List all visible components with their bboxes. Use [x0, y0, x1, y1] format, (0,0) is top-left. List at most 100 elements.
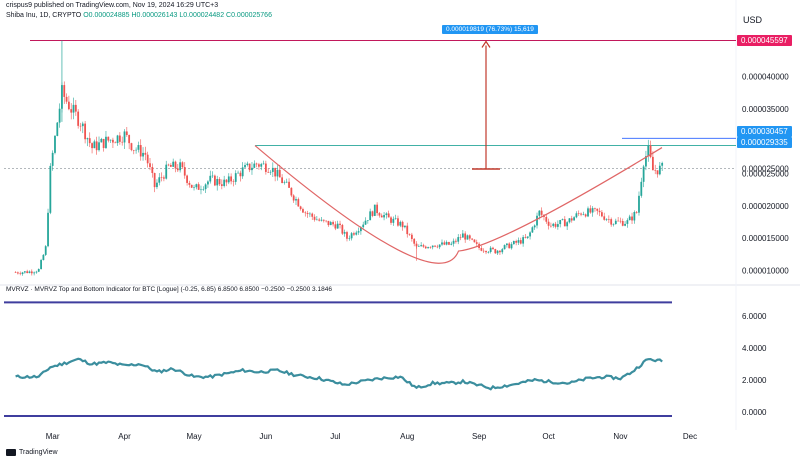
candle — [89, 132, 91, 147]
candle — [147, 152, 149, 168]
candle — [469, 234, 471, 240]
candle-body — [453, 241, 455, 244]
candle-body — [423, 245, 425, 247]
candle — [499, 250, 501, 255]
candle-body — [274, 168, 276, 177]
candle — [592, 206, 594, 217]
candle — [582, 212, 584, 215]
candle — [585, 213, 587, 217]
candle — [603, 213, 605, 221]
candle-body — [395, 218, 397, 219]
tradingview-logo[interactable]: TradingView — [6, 449, 58, 456]
candle — [75, 100, 77, 116]
candle-body — [135, 150, 137, 151]
candle-body — [15, 272, 17, 273]
candle-body — [56, 123, 58, 136]
candle-body — [411, 235, 413, 239]
candle-body — [436, 247, 438, 248]
candle — [323, 219, 325, 222]
candle-body — [487, 252, 489, 253]
candle-body — [610, 219, 612, 224]
candle-body — [121, 142, 123, 143]
candle-body — [601, 212, 603, 216]
candle — [485, 250, 487, 254]
candle — [179, 159, 181, 173]
candle — [402, 221, 404, 231]
candle — [267, 168, 269, 173]
candle — [358, 227, 360, 234]
candle — [328, 221, 330, 227]
candle-body — [297, 199, 299, 206]
candle-body — [165, 165, 167, 179]
candle — [121, 137, 123, 146]
x-axis-tick: Mar — [46, 432, 60, 441]
candle-body — [40, 260, 42, 269]
candle-body — [73, 105, 75, 113]
candle — [515, 240, 517, 246]
x-axis-tick: Nov — [613, 432, 627, 441]
candle — [420, 242, 422, 247]
candle — [321, 217, 323, 221]
candle — [367, 220, 369, 224]
indicator-axis-tick: 6.0000 — [742, 312, 767, 321]
candle-body — [226, 180, 228, 183]
candle — [270, 170, 272, 175]
x-axis-tick: Apr — [118, 432, 131, 441]
candle-body — [629, 217, 631, 221]
candle — [135, 147, 137, 153]
candle-body — [202, 189, 204, 190]
candle-body — [499, 251, 501, 252]
candle-body — [219, 179, 221, 184]
price-tag-resistance-1: 0.000030457 — [737, 126, 792, 137]
indicator-axis-tick: 4.0000 — [742, 344, 767, 353]
candle-body — [566, 222, 568, 226]
candle — [448, 242, 450, 245]
candle-body — [246, 164, 248, 165]
candle — [513, 240, 515, 244]
candle — [601, 210, 603, 217]
candle — [578, 210, 580, 215]
candle — [388, 211, 390, 218]
candle-body — [367, 220, 369, 221]
candle — [476, 240, 478, 247]
indicator-title: MVRVZ · MVRVZ Top and Bottom Indicator f… — [6, 286, 332, 293]
candle-body — [474, 240, 476, 243]
candle-body — [68, 102, 70, 109]
candle-body — [476, 242, 478, 244]
current-price-label: 0.000025000 — [742, 165, 789, 174]
candle-body — [448, 242, 450, 245]
candle-body — [606, 219, 608, 220]
candle-body — [622, 221, 624, 226]
candle-body — [182, 162, 184, 167]
candle-body — [256, 164, 258, 165]
candle — [432, 245, 434, 249]
candle-body — [376, 205, 378, 213]
candle — [571, 216, 573, 223]
candle — [411, 233, 413, 242]
candle — [464, 231, 466, 243]
candle-body — [149, 163, 151, 167]
candle — [110, 139, 112, 143]
price-chart[interactable]: MarAprMayJunJulAugSepOctNovDec 0.0000400… — [0, 0, 800, 460]
candle-body — [580, 214, 582, 215]
candle — [295, 197, 297, 205]
candle-body — [209, 176, 211, 182]
x-axis-tick: Sep — [472, 432, 487, 441]
candle — [239, 171, 241, 182]
candle — [654, 165, 656, 174]
price-axis-tick: 0.000040000 — [742, 73, 789, 82]
candle — [80, 123, 82, 131]
candle — [487, 251, 489, 253]
candle — [144, 147, 146, 161]
candle-body — [98, 142, 100, 150]
candle — [494, 249, 496, 254]
candle-body — [117, 136, 119, 144]
candle — [198, 182, 200, 190]
candle-body — [425, 247, 427, 249]
candle-body — [390, 217, 392, 222]
candle — [376, 202, 378, 216]
candle — [274, 168, 276, 181]
candle-body — [430, 247, 432, 248]
candle-body — [351, 233, 353, 238]
candle — [576, 211, 578, 218]
